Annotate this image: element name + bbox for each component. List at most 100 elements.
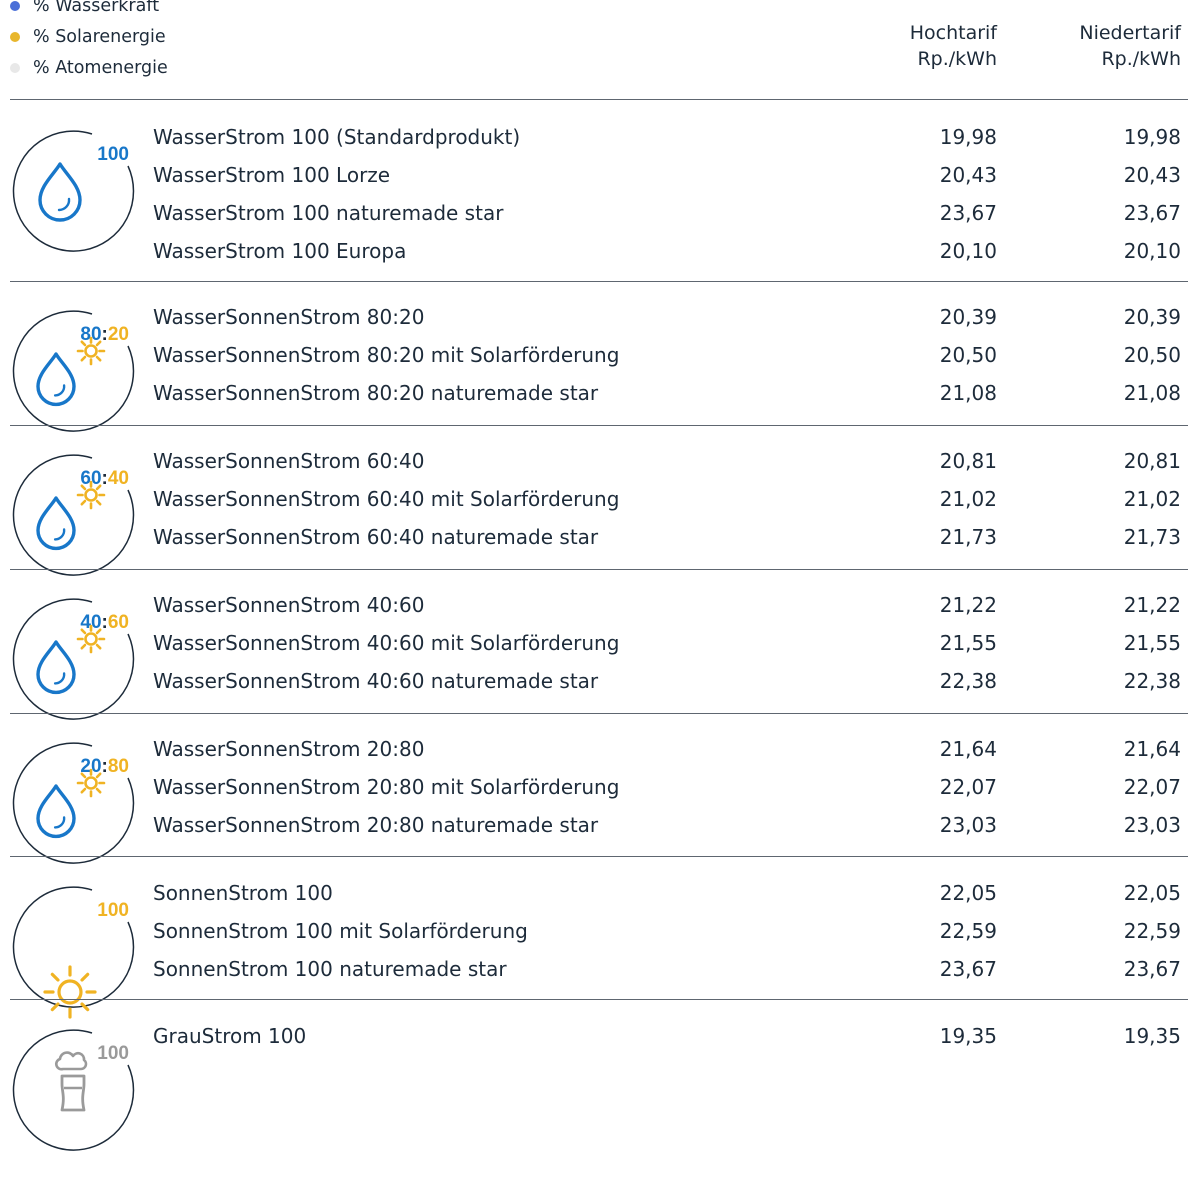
hochtarif-value: 21,02 (939, 487, 997, 512)
product-name: WasserStrom 100 Lorze (153, 163, 391, 188)
legend-dot-icon (10, 31, 20, 42)
product-name: WasserSonnenStrom 80:20 mit Solarförderu… (153, 343, 620, 368)
hochtarif-value: 21,55 (939, 631, 997, 656)
divider (10, 99, 1188, 100)
hochtarif-value: 21,73 (939, 525, 997, 550)
legend-dot-icon (10, 62, 20, 73)
product-name: WasserSonnenStrom 20:80 mit Solarförderu… (153, 775, 620, 800)
niedertarif-value: 19,98 (1123, 125, 1181, 149)
hochtarif-value: 19,35 (939, 1024, 997, 1048)
group-divider (10, 425, 1188, 426)
legend-item-wasserkraft: % Wasserkraft (10, 0, 168, 21)
hochtarif-value: 19,98 (939, 125, 997, 149)
hochtarif-value: 22,07 (939, 775, 997, 800)
niedertarif-value: 21,08 (1123, 381, 1181, 406)
group-divider (10, 569, 1188, 570)
column-header-hochtarif: Hochtarif Rp./kWh (910, 20, 997, 72)
niedertarif-value: 21,64 (1123, 737, 1181, 761)
product-name: SonnenStrom 100 mit Solarförderung (153, 919, 528, 944)
table-row: WasserSonnenStrom 80:20 20,39 20,39 (0, 298, 1188, 336)
nuclear-plant-icon (55, 1051, 88, 1112)
column-header-unit: Rp./kWh (1101, 48, 1181, 70)
legend-item-atomenergie: % Atomenergie (10, 52, 168, 83)
hochtarif-value: 20,39 (939, 305, 997, 329)
product-name: WasserSonnenStrom 40:60 mit Solarförderu… (153, 631, 620, 656)
column-header-title: Niedertarif (1079, 22, 1181, 44)
product-name: WasserSonnenStrom 60:40 mit Solarförderu… (153, 487, 620, 512)
niedertarif-value: 21,55 (1123, 631, 1181, 656)
hochtarif-value: 23,03 (939, 813, 997, 838)
table-row: WasserSonnenStrom 40:60 naturemade star 2… (0, 662, 1188, 700)
niedertarif-value: 23,67 (1123, 201, 1181, 226)
hochtarif-value: 21,22 (939, 593, 997, 617)
product-name: WasserSonnenStrom 40:60 (153, 593, 425, 617)
product-name: WasserSonnenStrom 80:20 (153, 305, 425, 329)
table-row: SonnenStrom 100 naturemade star 23,67 23,6… (0, 950, 1188, 988)
product-name: SonnenStrom 100 naturemade star (153, 957, 507, 982)
table-row: WasserSonnenStrom 20:80 naturemade star 2… (0, 806, 1188, 844)
hochtarif-value: 21,64 (939, 737, 997, 761)
niedertarif-value: 22,38 (1123, 669, 1181, 694)
column-header-niedertarif: Niedertarif Rp./kWh (1079, 20, 1181, 72)
hochtarif-value: 20,10 (939, 239, 997, 264)
niedertarif-value: 20,43 (1123, 163, 1181, 188)
group-divider (10, 713, 1188, 714)
table-row: WasserStrom 100 Lorze 20,43 20,43 (0, 156, 1188, 194)
legend-label: % Wasserkraft (33, 0, 160, 16)
table-row: GrauStrom 100 19,35 19,35 (0, 1017, 1188, 1055)
legend-dot-icon (10, 0, 20, 11)
column-header-title: Hochtarif (909, 22, 997, 44)
table-row: WasserSonnenStrom 60:40 naturemade star 2… (0, 518, 1188, 556)
product-name: WasserSonnenStrom 40:60 naturemade star (153, 669, 599, 694)
table-row: WasserSonnenStrom 20:80 21,64 21,64 (0, 730, 1188, 768)
hochtarif-value: 22,05 (939, 881, 997, 905)
table-row: WasserSonnenStrom 60:40 20,81 20,81 (0, 442, 1188, 480)
product-name: WasserSonnenStrom 20:80 naturemade star (153, 813, 599, 838)
niedertarif-value: 20,50 (1123, 343, 1181, 368)
table-row: WasserStrom 100 (Standardprodukt) 19,98 19… (0, 118, 1188, 156)
table-row: WasserStrom 100 naturemade star 23,67 23,6… (0, 194, 1188, 232)
niedertarif-value: 22,07 (1123, 775, 1181, 800)
table-row: WasserSonnenStrom 60:40 mit Solarförderu… (0, 480, 1188, 518)
product-name: WasserStrom 100 (Standardprodukt) (153, 125, 521, 149)
hochtarif-value: 20,81 (939, 449, 997, 473)
product-name: WasserSonnenStrom 60:40 naturemade star (153, 525, 599, 550)
niedertarif-value: 20,81 (1123, 449, 1181, 473)
niedertarif-value: 23,67 (1123, 957, 1181, 982)
hochtarif-value: 22,38 (939, 669, 997, 694)
column-header-unit: Rp./kWh (917, 48, 997, 70)
hochtarif-value: 20,43 (939, 163, 997, 188)
table-row: SonnenStrom 100 22,05 22,05 (0, 874, 1188, 912)
product-name: WasserSonnenStrom 60:40 (153, 449, 425, 473)
legend-label: % Solarenergie (33, 26, 166, 47)
niedertarif-value: 19,35 (1123, 1024, 1181, 1048)
product-name: WasserSonnenStrom 20:80 (153, 737, 425, 761)
table-row: WasserStrom 100 Europa 20,10 20,10 (0, 232, 1188, 270)
table-row: WasserSonnenStrom 40:60 mit Solarförderu… (0, 624, 1188, 662)
niedertarif-value: 22,59 (1123, 919, 1181, 944)
legend-label: % Atomenergie (33, 57, 168, 78)
hochtarif-value: 21,08 (939, 381, 997, 406)
niedertarif-value: 20,39 (1123, 305, 1181, 329)
legend: % Wasserkraft % Solarenergie % Atomenerg… (10, 0, 168, 83)
niedertarif-value: 23,03 (1123, 813, 1181, 838)
group-divider (10, 856, 1188, 857)
niedertarif-value: 21,22 (1123, 593, 1181, 617)
niedertarif-value: 21,02 (1123, 487, 1181, 512)
product-name: SonnenStrom 100 (153, 881, 333, 905)
product-name: WasserSonnenStrom 80:20 naturemade star (153, 381, 599, 406)
table-row: WasserSonnenStrom 80:20 mit Solarförderu… (0, 336, 1188, 374)
product-name: WasserStrom 100 naturemade star (153, 201, 504, 226)
table-row: WasserSonnenStrom 20:80 mit Solarförderu… (0, 768, 1188, 806)
group-divider (10, 281, 1188, 282)
group-divider (10, 999, 1188, 1000)
table-row: WasserSonnenStrom 40:60 21,22 21,22 (0, 586, 1188, 624)
hochtarif-value: 23,67 (939, 957, 997, 982)
niedertarif-value: 21,73 (1123, 525, 1181, 550)
table-row: WasserSonnenStrom 80:20 naturemade star 2… (0, 374, 1188, 412)
hochtarif-value: 20,50 (939, 343, 997, 368)
product-name: WasserStrom 100 Europa (153, 239, 407, 264)
product-name: GrauStrom 100 (153, 1024, 307, 1048)
table-row: SonnenStrom 100 mit Solarförderung 22,59 2… (0, 912, 1188, 950)
hochtarif-value: 22,59 (939, 919, 997, 944)
